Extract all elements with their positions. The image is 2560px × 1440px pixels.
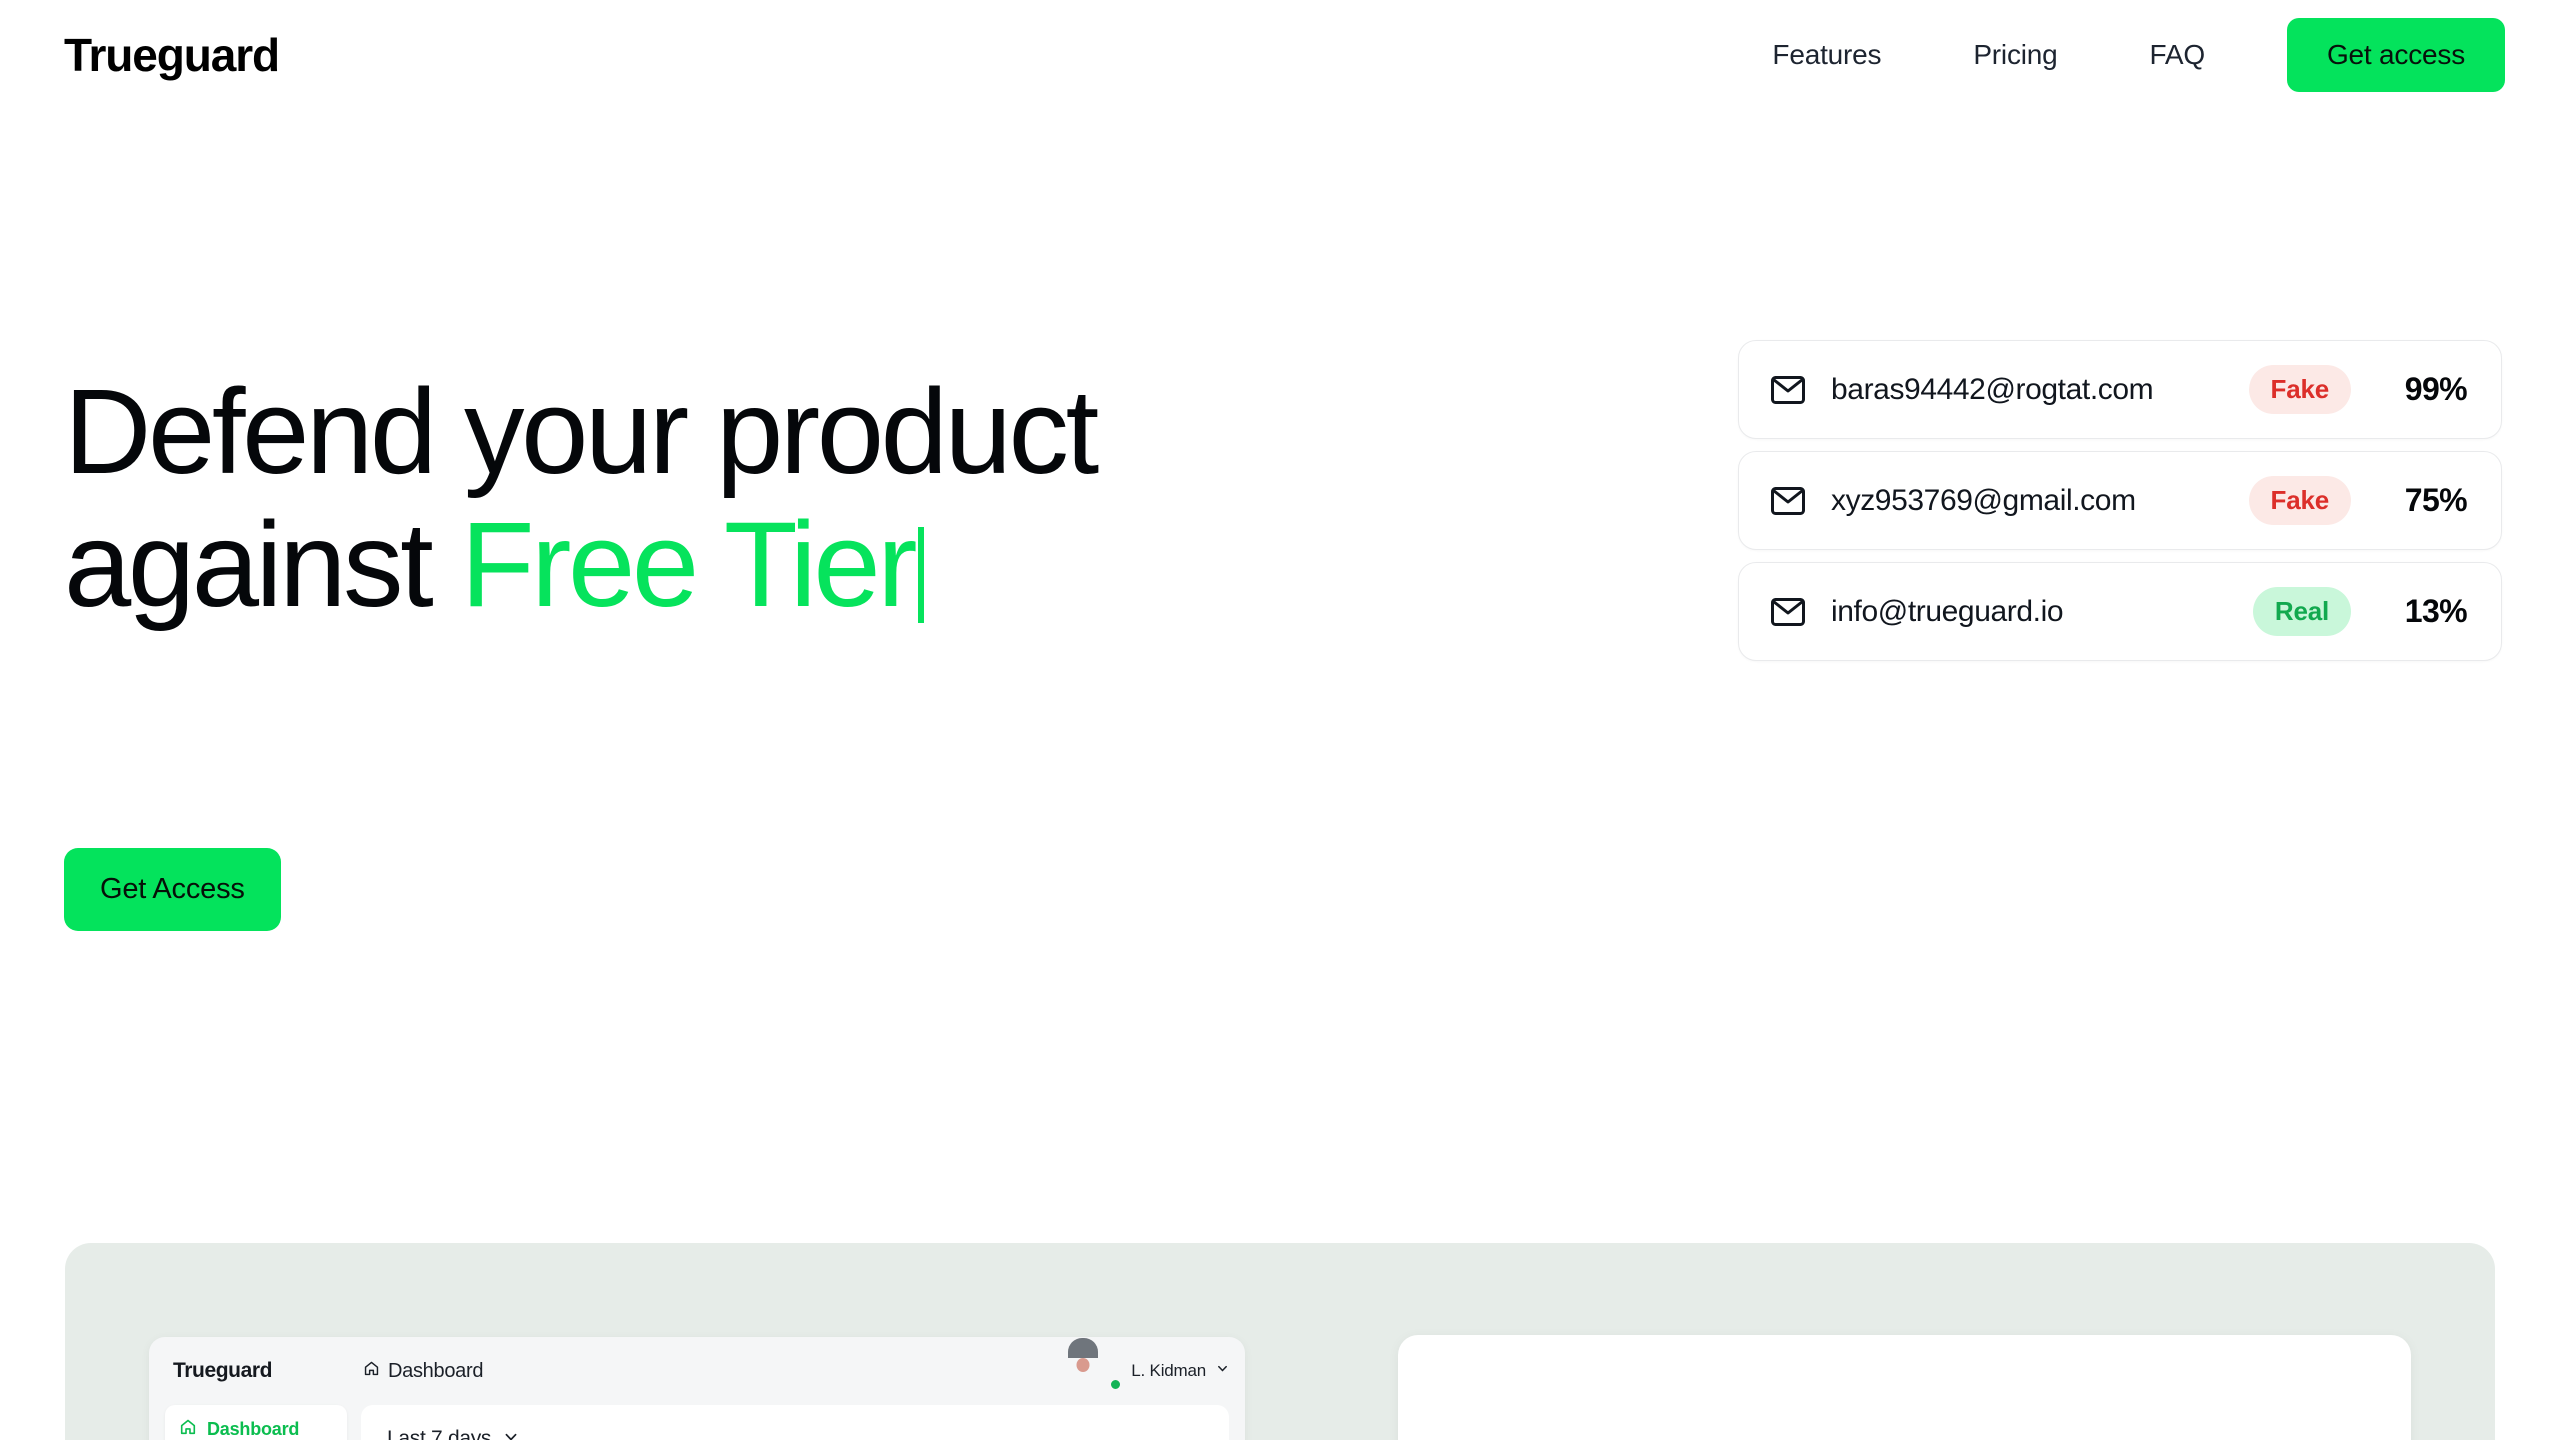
nav-links: Features Pricing FAQ Get access <box>1726 18 2505 92</box>
dashboard-preview: Trueguard Dashboard L. Kidman Dashboard … <box>149 1337 1245 1440</box>
dashboard-sidebar: Dashboard Quarantine <box>165 1405 347 1440</box>
brand-logo[interactable]: Trueguard <box>64 32 280 78</box>
email-verification-list: baras94442@rogtat.com Fake 99% xyz953769… <box>1738 340 2502 661</box>
nav-link-features[interactable]: Features <box>1726 39 1927 71</box>
heading-line-2-accent: Free Tier <box>460 496 918 633</box>
hero-copy: Defend your product against Free Tier <box>64 363 1364 633</box>
dashboard-topbar: Trueguard Dashboard L. Kidman <box>149 1337 1245 1405</box>
mail-icon <box>1767 591 1809 633</box>
sidebar-item-dashboard[interactable]: Dashboard <box>165 1405 347 1440</box>
get-access-nav-button[interactable]: Get access <box>2286 18 2505 92</box>
home-icon <box>179 1418 197 1440</box>
mail-icon <box>1767 480 1809 522</box>
status-badge: Real <box>2252 587 2351 636</box>
confidence-percent: 13% <box>2404 593 2468 629</box>
top-navbar: Trueguard Features Pricing FAQ Get acces… <box>0 0 2560 110</box>
heading-line-1: Defend your product <box>64 363 1099 499</box>
hero-section: Defend your product against Free Tier Ge… <box>0 110 2560 1243</box>
chevron-down-icon <box>1216 1362 1229 1380</box>
nav-link-pricing[interactable]: Pricing <box>1927 39 2103 71</box>
confidence-percent: 75% <box>2404 482 2468 518</box>
showcase-section: Trueguard Dashboard L. Kidman Dashboard … <box>65 1243 2495 1440</box>
breadcrumb: Dashboard <box>363 1360 483 1383</box>
mail-icon <box>1767 369 1809 411</box>
confidence-percent: 99% <box>2404 371 2468 407</box>
landing-page: Trueguard Features Pricing FAQ Get acces… <box>0 0 2560 1440</box>
heading-line-2-static: against <box>64 496 461 633</box>
online-status-dot <box>1109 1378 1123 1391</box>
get-access-hero-button[interactable]: Get Access <box>64 848 281 931</box>
dashboard-body: Dashboard Quarantine La <box>149 1405 1245 1440</box>
date-range-select[interactable]: Last 7 days <box>387 1427 1203 1440</box>
user-menu[interactable]: L. Kidman <box>1083 1352 1229 1391</box>
dashboard-brand: Trueguard <box>173 1359 273 1382</box>
email-address: xyz953769@gmail.com <box>1831 483 2136 517</box>
email-card[interactable]: info@trueguard.io Real 13% <box>1738 562 2502 661</box>
status-badge: Fake <box>2248 476 2351 525</box>
date-range-label: Last 7 days <box>387 1427 492 1440</box>
typing-caret <box>918 527 925 624</box>
user-name: L. Kidman <box>1131 1361 1206 1380</box>
dashboard-main-panel: Last 7 days <box>361 1405 1229 1440</box>
sidebar-item-label: Dashboard <box>207 1418 300 1439</box>
page-title: Defend your product against Free Tier <box>64 363 1364 633</box>
home-icon <box>363 1360 380 1383</box>
email-card[interactable]: xyz953769@gmail.com Fake 75% <box>1738 451 2502 550</box>
email-address: baras94442@rogtat.com <box>1831 372 2154 406</box>
email-card[interactable]: baras94442@rogtat.com Fake 99% <box>1738 340 2502 439</box>
status-badge: Fake <box>2248 365 2351 414</box>
nav-link-faq[interactable]: FAQ <box>2104 39 2251 71</box>
chevron-down-icon <box>503 1427 519 1440</box>
avatar <box>1083 1352 1123 1391</box>
email-address: info@trueguard.io <box>1831 594 2064 628</box>
try-it-card: Try it out yourself <box>1398 1335 2411 1440</box>
breadcrumb-label: Dashboard <box>388 1359 484 1382</box>
